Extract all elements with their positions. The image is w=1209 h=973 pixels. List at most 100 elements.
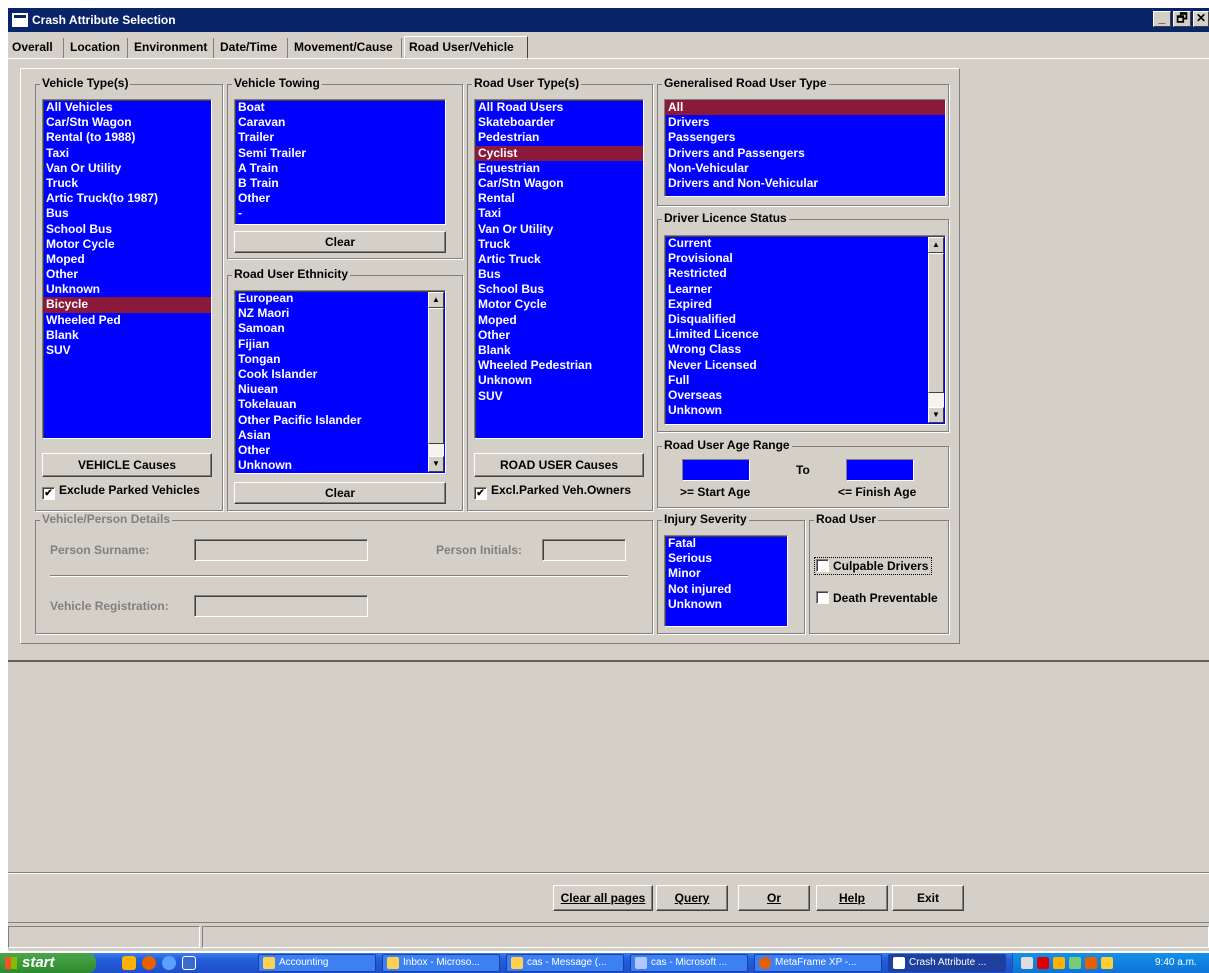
death-preventable-checkbox[interactable]: Death Preventable — [816, 591, 938, 605]
help-button[interactable]: Help — [816, 885, 888, 911]
scroll-up-icon[interactable]: ▲ — [428, 292, 444, 308]
generalised-listbox[interactable]: All Drivers Passengers Drivers and Passenge… — [664, 99, 946, 197]
list-item[interactable]: Drivers — [665, 115, 945, 130]
list-item[interactable]: All — [665, 100, 945, 116]
list-item[interactable]: Current — [665, 236, 928, 251]
list-item[interactable]: Van Or Utility — [475, 222, 643, 237]
query-button[interactable]: Query — [656, 885, 728, 911]
exit-button[interactable]: Exit — [892, 885, 964, 911]
minimize-button[interactable]: _ — [1153, 11, 1171, 27]
list-item[interactable]: Moped — [43, 252, 211, 267]
list-item[interactable]: Blank — [43, 328, 211, 343]
clear-all-pages-button[interactable]: Clear all pages — [553, 885, 653, 911]
culpable-drivers-checkbox[interactable]: Culpable Drivers — [813, 557, 933, 575]
list-item[interactable]: Bicycle — [43, 297, 211, 313]
scroll-up-icon[interactable]: ▲ — [928, 237, 944, 253]
list-item[interactable]: Wheeled Ped — [43, 313, 211, 328]
list-item[interactable]: Other — [43, 267, 211, 282]
list-item[interactable]: Wheeled Pedestrian — [475, 358, 643, 373]
start-age-input[interactable] — [682, 459, 750, 481]
list-item[interactable]: Motor Cycle — [475, 297, 643, 312]
ethnicity-clear-button[interactable]: Clear — [234, 482, 446, 504]
list-item[interactable]: Drivers and Passengers — [665, 146, 945, 161]
list-item[interactable]: Artic Truck — [475, 252, 643, 267]
ethnicity-scrollbar[interactable]: ▲ ▼ — [428, 292, 444, 472]
list-item[interactable]: SUV — [475, 389, 643, 404]
vehicle-towing-listbox[interactable]: Boat Caravan Trailer Semi Trailer A Train B T… — [234, 99, 446, 225]
list-item[interactable]: Drivers and Non-Vehicular — [665, 176, 945, 191]
scroll-thumb[interactable] — [928, 253, 944, 393]
licence-scrollbar[interactable]: ▲ ▼ — [928, 237, 944, 423]
list-item[interactable]: All Road Users — [475, 100, 643, 115]
list-item[interactable]: Learner — [665, 282, 928, 297]
list-item[interactable]: Taxi — [43, 146, 211, 161]
scroll-thumb[interactable] — [428, 308, 444, 444]
list-item[interactable]: Equestrian — [475, 161, 643, 176]
list-item[interactable]: Passengers — [665, 130, 945, 145]
exclude-parked-vehicles-checkbox[interactable]: ✔ Exclude Parked Vehicles — [42, 483, 200, 500]
list-item[interactable]: Boat — [235, 100, 445, 115]
vehicle-registration-input[interactable] — [194, 595, 368, 617]
list-item[interactable]: Pedestrian — [475, 130, 643, 145]
tab-overall[interactable]: Overall — [8, 38, 64, 58]
tab-date-time[interactable]: Date/Time — [216, 38, 288, 58]
list-item[interactable]: A Train — [235, 161, 445, 176]
finish-age-input[interactable] — [846, 459, 914, 481]
list-item[interactable]: Truck — [475, 237, 643, 252]
list-item[interactable]: Unknown — [43, 282, 211, 297]
list-item[interactable]: Cook Islander — [235, 367, 428, 382]
tab-environment[interactable]: Environment — [130, 38, 214, 58]
list-item[interactable]: Bus — [475, 267, 643, 282]
list-item[interactable]: Skateboarder — [475, 115, 643, 130]
list-item[interactable]: Blank — [475, 343, 643, 358]
close-button[interactable]: ✕ — [1193, 11, 1209, 27]
taskbar-item-cas-microsoft[interactable]: cas - Microsoft ... — [630, 954, 748, 972]
list-item[interactable]: Fatal — [665, 536, 787, 551]
list-item[interactable]: Caravan — [235, 115, 445, 130]
tab-road-user-vehicle[interactable]: Road User/Vehicle — [404, 36, 528, 60]
list-item[interactable]: Non-Vehicular — [665, 161, 945, 176]
list-item[interactable]: Overseas — [665, 388, 928, 403]
list-item[interactable]: Other Pacific Islander — [235, 413, 428, 428]
list-item[interactable]: All Vehicles — [43, 100, 211, 115]
list-item[interactable]: European — [235, 291, 428, 306]
list-item[interactable]: Tongan — [235, 352, 428, 367]
list-item[interactable]: Serious — [665, 551, 787, 566]
list-item[interactable]: School Bus — [475, 282, 643, 297]
person-initials-input[interactable] — [542, 539, 626, 561]
taskbar-item-accounting[interactable]: Accounting — [258, 954, 376, 972]
list-item[interactable]: Other — [475, 328, 643, 343]
list-item[interactable]: Other — [235, 191, 445, 206]
tray-security-icon[interactable] — [1037, 957, 1049, 969]
list-item[interactable]: Minor — [665, 566, 787, 581]
tray-network-icon[interactable] — [1021, 957, 1033, 969]
list-item[interactable]: Limited Licence — [665, 327, 928, 342]
taskbar-item-crash-attribute[interactable]: Crash Attribute ... — [888, 954, 1006, 972]
ie-quicklaunch-icon[interactable] — [162, 956, 176, 970]
list-item[interactable]: Trailer — [235, 130, 445, 145]
list-item[interactable]: Tokelauan — [235, 397, 428, 412]
towing-clear-button[interactable]: Clear — [234, 231, 446, 253]
list-item[interactable]: Other — [235, 443, 428, 458]
list-item[interactable]: Unknown — [665, 597, 787, 612]
list-item[interactable]: Wrong Class — [665, 342, 928, 357]
list-item[interactable]: Unknown — [475, 373, 643, 388]
taskbar-item-inbox[interactable]: Inbox - Microso... — [382, 954, 500, 972]
list-item[interactable]: SUV — [43, 343, 211, 358]
list-item[interactable]: Unknown — [665, 403, 928, 418]
list-item[interactable]: Car/Stn Wagon — [43, 115, 211, 130]
list-item[interactable]: Never Licensed — [665, 358, 928, 373]
injury-severity-listbox[interactable]: Fatal Serious Minor Not injured Unknown — [664, 535, 788, 627]
person-surname-input[interactable] — [194, 539, 368, 561]
list-item[interactable]: - — [235, 206, 445, 221]
list-item[interactable]: Van Or Utility — [43, 161, 211, 176]
scroll-down-icon[interactable]: ▼ — [428, 456, 444, 472]
list-item[interactable]: Bus — [43, 206, 211, 221]
road-user-types-listbox[interactable]: All Road Users Skateboarder Pedestrian Cycl… — [474, 99, 644, 439]
list-item[interactable]: Provisional — [665, 251, 928, 266]
list-item[interactable]: Fijian — [235, 337, 428, 352]
tray-app-icon[interactable] — [1085, 957, 1097, 969]
list-item[interactable]: Truck — [43, 176, 211, 191]
list-item[interactable]: Not injured — [665, 582, 787, 597]
outlook-quicklaunch-icon[interactable] — [122, 956, 136, 970]
